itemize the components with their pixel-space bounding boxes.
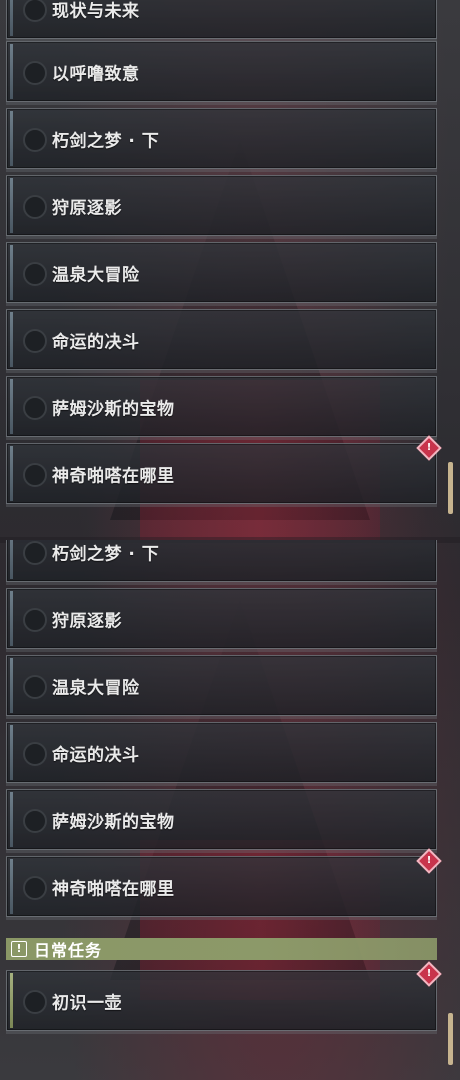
alert-glyph: ! — [426, 855, 432, 866]
quest-accent-bar — [10, 312, 13, 367]
quest-list-panel-top: 现状与未来 以呼噜致意 朽剑之梦 · 下 狩原逐影 温泉大冒险 命运的决斗 萨姆… — [0, 0, 460, 540]
quest-track-radio[interactable] — [23, 462, 47, 487]
quest-label: 狩原逐影 — [52, 198, 122, 218]
quest-track-radio[interactable] — [23, 60, 47, 85]
quest-label: 萨姆沙斯的宝物 — [52, 399, 175, 419]
alert-glyph: ! — [426, 968, 432, 979]
quest-item[interactable]: 命运的决斗 — [6, 722, 437, 783]
quest-label: 温泉大冒险 — [52, 678, 140, 698]
quest-track-radio[interactable] — [23, 989, 47, 1014]
quest-label: 朽剑之梦 · 下 — [52, 131, 160, 151]
quest-label: 狩原逐影 — [52, 611, 122, 631]
quest-track-radio[interactable] — [23, 607, 47, 632]
quest-track-radio[interactable] — [23, 395, 47, 420]
quest-label: 萨姆沙斯的宝物 — [52, 812, 175, 832]
quest-track-radio[interactable] — [23, 261, 47, 286]
quest-item[interactable]: 狩原逐影 — [6, 588, 437, 649]
quest-item[interactable]: 狩原逐影 — [6, 175, 437, 236]
scrollbar-thumb[interactable] — [448, 462, 453, 514]
quest-item[interactable]: 萨姆沙斯的宝物 — [6, 376, 437, 437]
quest-accent-bar — [10, 725, 13, 780]
quest-track-radio[interactable] — [23, 875, 47, 900]
daily-tasks-header[interactable]: ! 日常任务 — [6, 938, 437, 960]
quest-label: 现状与未来 — [52, 1, 140, 21]
quest-item[interactable]: 神奇啪嗒在哪里 — [6, 443, 437, 504]
scrollbar-thumb[interactable] — [448, 1013, 453, 1065]
quest-item[interactable]: 以呼噜致意 — [6, 41, 437, 102]
quest-label: 命运的决斗 — [52, 332, 140, 352]
quest-accent-bar — [10, 379, 13, 434]
quest-accent-bar — [10, 658, 13, 713]
quest-track-radio[interactable] — [23, 127, 47, 152]
exclamation-icon: ! — [11, 941, 27, 957]
quest-item[interactable]: 现状与未来 — [6, 0, 437, 39]
quest-label: 神奇啪嗒在哪里 — [52, 466, 175, 486]
quest-accent-bar — [10, 973, 13, 1028]
quest-accent-bar — [10, 44, 13, 99]
daily-tasks-title: 日常任务 — [34, 941, 103, 960]
daily-quest-item[interactable]: 初识一壶 — [6, 970, 437, 1031]
quest-track-radio[interactable] — [23, 194, 47, 219]
quest-list-panel-bottom: 朽剑之梦 · 下 狩原逐影 温泉大冒险 命运的决斗 萨姆沙斯的宝物 神奇啪嗒在哪… — [0, 540, 460, 1080]
quest-item[interactable]: 萨姆沙斯的宝物 — [6, 789, 437, 850]
quest-track-radio[interactable] — [23, 0, 47, 22]
quest-accent-bar — [10, 540, 13, 579]
quest-label: 神奇啪嗒在哪里 — [52, 879, 175, 899]
quest-item[interactable]: 温泉大冒险 — [6, 242, 437, 303]
quest-label: 以呼噜致意 — [52, 64, 140, 84]
quest-item[interactable]: 神奇啪嗒在哪里 — [6, 856, 437, 917]
quest-label: 初识一壶 — [52, 993, 122, 1013]
quest-item[interactable]: 温泉大冒险 — [6, 655, 437, 716]
alert-glyph: ! — [426, 442, 432, 453]
quest-accent-bar — [10, 245, 13, 300]
quest-accent-bar — [10, 111, 13, 166]
quest-accent-bar — [10, 446, 13, 501]
quest-item[interactable]: 命运的决斗 — [6, 309, 437, 370]
quest-accent-bar — [10, 859, 13, 914]
quest-track-radio[interactable] — [23, 328, 47, 353]
quest-accent-bar — [10, 0, 13, 36]
quest-track-radio[interactable] — [23, 674, 47, 699]
quest-accent-bar — [10, 178, 13, 233]
quest-track-radio[interactable] — [23, 540, 47, 565]
quest-label: 温泉大冒险 — [52, 265, 140, 285]
quest-label: 命运的决斗 — [52, 745, 140, 765]
quest-item[interactable]: 朽剑之梦 · 下 — [6, 108, 437, 169]
quest-item[interactable]: 朽剑之梦 · 下 — [6, 540, 437, 582]
quest-track-radio[interactable] — [23, 808, 47, 833]
quest-label: 朽剑之梦 · 下 — [52, 544, 160, 564]
quest-accent-bar — [10, 792, 13, 847]
quest-track-radio[interactable] — [23, 741, 47, 766]
quest-accent-bar — [10, 591, 13, 646]
